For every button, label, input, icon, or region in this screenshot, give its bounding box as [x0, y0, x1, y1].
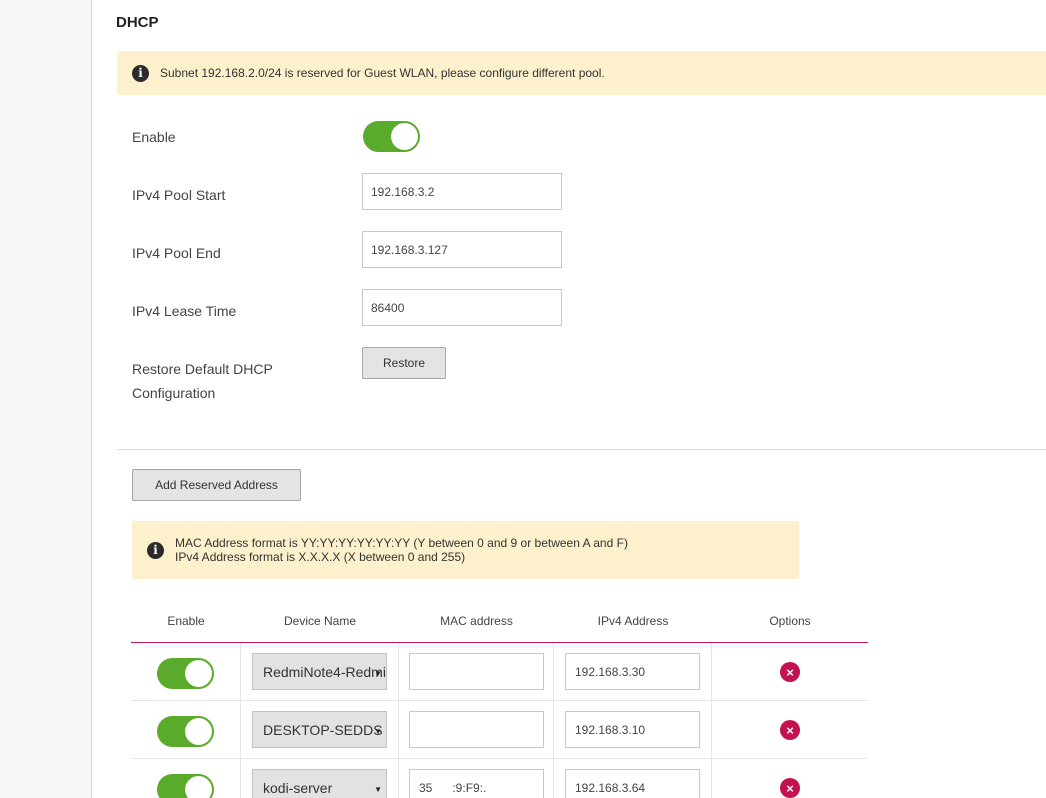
- mac-address-input[interactable]: 35 :9:F9:.: [409, 769, 544, 798]
- chevron-down-icon: ▼: [374, 785, 382, 794]
- pool-end-input[interactable]: [362, 231, 562, 268]
- restore-label-line2: Configuration: [132, 385, 216, 401]
- restore-label-line1: Restore Default DHCP: [132, 361, 273, 377]
- dhcp-panel: DHCP i Subnet 192.168.2.0/24 is reserved…: [93, 0, 1046, 798]
- mac-notice-text: MAC Address format is YY:YY:YY:YY:YY:YY …: [175, 536, 628, 564]
- mac-cell: 35 :9:F9:.: [399, 759, 554, 798]
- lease-time-input[interactable]: [362, 289, 562, 326]
- delete-icon[interactable]: ×: [780, 662, 800, 682]
- lease-time-label: IPv4 Lease Time: [132, 303, 237, 319]
- header-ipv4-address: IPv4 Address: [597, 614, 669, 628]
- pool-start-input[interactable]: [362, 173, 562, 210]
- device-name-select[interactable]: RedmiNote4-Redmi ▼: [252, 653, 387, 690]
- enable-cell: [131, 643, 241, 701]
- table-header: Enable Device Name MAC address IPv4 Addr…: [131, 600, 868, 643]
- mac-cell: [399, 701, 554, 759]
- options-cell: ×: [712, 643, 868, 701]
- device-name-select[interactable]: DESKTOP-SEDDS ▼: [252, 711, 387, 748]
- enable-cell: [131, 701, 241, 759]
- device-name-select[interactable]: kodi-server ▼: [252, 769, 387, 798]
- device-cell: kodi-server ▼: [241, 759, 399, 798]
- row-enable-toggle[interactable]: [157, 774, 214, 798]
- mac-format-line: MAC Address format is YY:YY:YY:YY:YY:YY …: [175, 536, 628, 550]
- dhcp-enable-toggle[interactable]: [363, 121, 420, 152]
- delete-icon[interactable]: ×: [780, 778, 800, 798]
- toggle-knob: [391, 123, 418, 150]
- section-divider: [117, 449, 1046, 450]
- delete-icon[interactable]: ×: [780, 720, 800, 740]
- options-cell: ×: [712, 701, 868, 759]
- device-name-value: kodi-server: [263, 779, 333, 796]
- device-name-value: DESKTOP-SEDDS: [263, 721, 383, 738]
- mac-cell: [399, 643, 554, 701]
- mac-address-input[interactable]: [409, 653, 544, 690]
- table-row: kodi-server ▼ 35 :9:F9:. 192.168.3.64 ×: [131, 759, 868, 798]
- toggle-knob: [185, 718, 212, 745]
- enable-cell: [131, 759, 241, 798]
- pool-start-label: IPv4 Pool Start: [132, 187, 226, 203]
- reserved-address-table: Enable Device Name MAC address IPv4 Addr…: [131, 600, 868, 798]
- options-cell: ×: [712, 759, 868, 798]
- info-icon: i: [132, 64, 149, 82]
- device-cell: DESKTOP-SEDDS ▼: [241, 701, 399, 759]
- enable-label: Enable: [132, 129, 176, 145]
- chevron-down-icon: ▼: [374, 669, 382, 678]
- chevron-down-icon: ▼: [374, 727, 382, 736]
- ipv4-format-line: IPv4 Address format is X.X.X.X (X betwee…: [175, 550, 466, 564]
- table-row: RedmiNote4-Redmi ▼ 192.168.3.30 ×: [131, 643, 868, 701]
- row-enable-toggle[interactable]: [157, 658, 214, 689]
- header-options: Options: [769, 614, 811, 628]
- ipv4-address-input[interactable]: 192.168.3.10: [565, 711, 700, 748]
- left-sidebar: [0, 0, 92, 798]
- mac-address-input[interactable]: [409, 711, 544, 748]
- header-enable: Enable: [167, 614, 205, 628]
- ipv4-address-input[interactable]: 192.168.3.64: [565, 769, 700, 798]
- ip-cell: 192.168.3.30: [554, 643, 712, 701]
- page-title: DHCP: [116, 14, 159, 31]
- device-name-value: RedmiNote4-Redmi: [263, 663, 386, 680]
- guest-wlan-notice: i Subnet 192.168.2.0/24 is reserved for …: [117, 51, 1046, 95]
- add-reserved-address-button[interactable]: Add Reserved Address: [132, 469, 301, 501]
- notice-text: Subnet 192.168.2.0/24 is reserved for Gu…: [160, 66, 605, 80]
- header-device-name: Device Name: [283, 614, 357, 628]
- mac-format-notice: i MAC Address format is YY:YY:YY:YY:YY:Y…: [132, 521, 799, 579]
- toggle-knob: [185, 660, 212, 687]
- toggle-knob: [185, 776, 212, 798]
- table-row: DESKTOP-SEDDS ▼ 192.168.3.10 ×: [131, 701, 868, 759]
- ip-cell: 192.168.3.64: [554, 759, 712, 798]
- device-cell: RedmiNote4-Redmi ▼: [241, 643, 399, 701]
- pool-end-label: IPv4 Pool End: [132, 245, 221, 261]
- info-icon: i: [147, 541, 164, 559]
- row-enable-toggle[interactable]: [157, 716, 214, 747]
- restore-button[interactable]: Restore: [362, 347, 446, 379]
- header-mac-address: MAC address: [440, 614, 513, 628]
- ipv4-address-input[interactable]: 192.168.3.30: [565, 653, 700, 690]
- ip-cell: 192.168.3.10: [554, 701, 712, 759]
